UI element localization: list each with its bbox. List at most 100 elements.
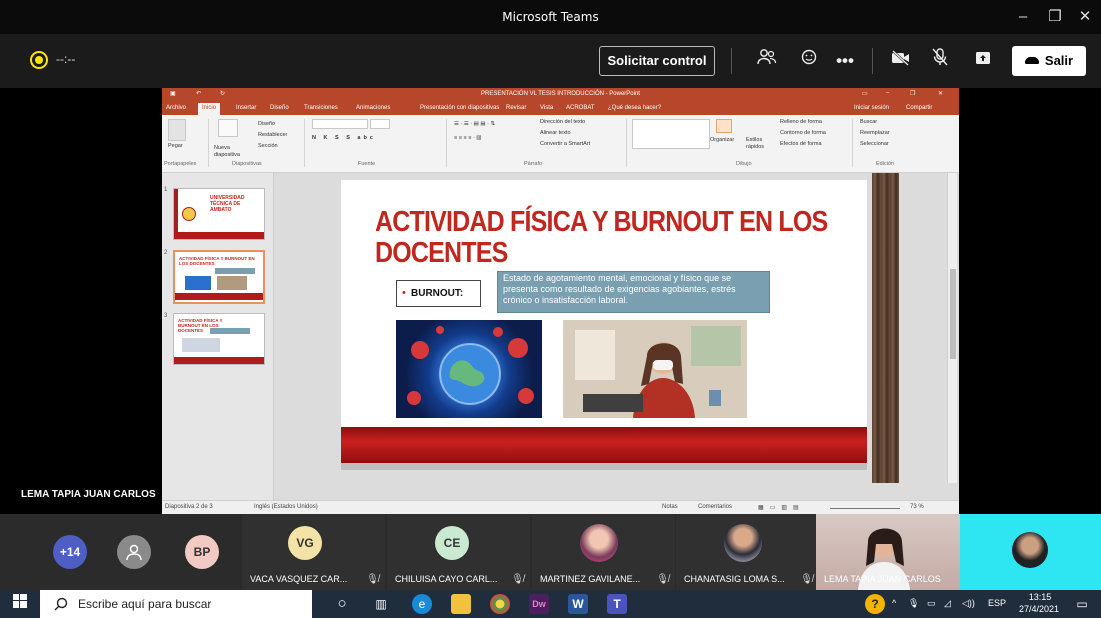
clock-date[interactable]: 27/4/2021 (1016, 604, 1062, 614)
current-slide[interactable]: ACTIVIDAD FÍSICA Y BURNOUT EN LOS DOCENT… (341, 180, 867, 470)
select-button[interactable]: Seleccionar (860, 141, 889, 147)
tell-me-search[interactable]: ¿Qué desea hacer? (608, 105, 661, 111)
ppt-close-icon[interactable]: ✕ (938, 90, 943, 97)
participant-video-tile[interactable]: LEMA TAPIA JUAN CARLOS (816, 514, 960, 590)
ppt-minimize-icon[interactable]: – (886, 90, 889, 96)
shape-outline-button[interactable]: Contorno de forma (780, 130, 826, 136)
arrange-icon[interactable] (716, 119, 732, 133)
scrollbar-thumb[interactable] (950, 269, 956, 359)
mic-off-icon[interactable] (927, 48, 953, 74)
tray-chevron-icon[interactable]: ^ (892, 598, 896, 608)
clock-time[interactable]: 13:15 (1022, 592, 1058, 602)
text-direction-button[interactable]: Dirección del texto (540, 119, 585, 125)
network-icon[interactable]: ◿ (944, 598, 951, 609)
taskbar-search-box[interactable]: Escribe aquí para buscar (40, 590, 312, 618)
replace-button[interactable]: Reemplazar (860, 130, 890, 136)
font-format-buttons[interactable]: N K S S abc (312, 135, 376, 141)
ppt-restore-icon[interactable]: ❐ (910, 90, 915, 97)
sign-in-link[interactable]: Iniciar sesión (854, 105, 889, 111)
new-slide-label[interactable]: Nueva diapositiva (214, 145, 248, 159)
restore-button[interactable]: ❐ (1043, 6, 1067, 28)
close-button[interactable]: ✕ (1073, 6, 1097, 28)
file-explorer-icon[interactable] (451, 594, 471, 614)
dreamweaver-icon[interactable]: Dw (529, 594, 549, 614)
find-button[interactable]: Buscar (860, 119, 877, 125)
help-icon[interactable]: ? (865, 594, 885, 614)
more-icon[interactable]: ••• (832, 48, 858, 74)
battery-icon[interactable]: ▭ (927, 598, 936, 609)
smartart-button[interactable]: Convertir a SmartArt (540, 141, 590, 147)
participant-tile[interactable]: MARTINEZ GAVILANE... 🎙︎̸ (532, 514, 675, 590)
leave-button[interactable]: Salir (1012, 46, 1086, 76)
slide-thumbnail-2[interactable]: ACTIVIDAD FÍSICA Y BURNOUT EN LOS DOCENT… (173, 250, 265, 304)
tab-animaciones[interactable]: Animaciones (356, 105, 390, 111)
shapes-gallery[interactable] (632, 119, 710, 149)
tab-revisar[interactable]: Revisar (506, 105, 526, 111)
burnout-label-box[interactable]: • BURNOUT: (396, 280, 481, 307)
quick-styles-button[interactable]: Estilos rápidos (746, 137, 772, 151)
participant-tile[interactable]: CE CHILUISA CAYO CARL... 🎙︎̸ (387, 514, 530, 590)
shape-fill-button[interactable]: Relleno de forma (780, 119, 822, 125)
slide-thumbnail-3[interactable]: ACTIVIDAD FÍSICA Y BURNOUT EN LOS DOCENT… (173, 313, 265, 365)
paste-icon[interactable] (168, 119, 186, 141)
notifications-icon[interactable]: ▭ (1072, 594, 1092, 614)
people-icon[interactable] (754, 48, 780, 74)
comments-button[interactable]: Comentarios (698, 504, 732, 510)
windows-start-icon[interactable] (10, 594, 30, 614)
font-size-field[interactable] (370, 119, 390, 129)
new-slide-icon[interactable] (218, 119, 238, 137)
tab-vista[interactable]: Vista (540, 105, 553, 111)
slide-thumbnail-1[interactable]: UNIVERSIDAD TÉCNICA DE AMBATO (173, 188, 265, 240)
camera-off-icon[interactable] (888, 48, 914, 74)
earth-virus-image[interactable] (396, 320, 542, 418)
chat-reaction-icon[interactable] (796, 48, 822, 74)
tray-mic-icon[interactable]: 🎙︎ (908, 598, 919, 609)
zoom-level[interactable]: 73 % (910, 504, 924, 510)
cortana-icon[interactable]: ○ (332, 594, 352, 614)
volume-icon[interactable]: ◁)) (962, 598, 975, 609)
shape-effects-button[interactable]: Efectos de forma (780, 141, 822, 147)
participant-tile[interactable]: CHANATASIG LOMA S... 🎙︎̸ (676, 514, 819, 590)
language-status[interactable]: Inglés (Estados Unidos) (254, 504, 318, 510)
teams-icon[interactable]: T (607, 594, 627, 614)
request-control-button[interactable]: Solicitar control (599, 46, 715, 76)
tab-inicio[interactable]: Inicio (198, 103, 221, 115)
vertical-scrollbar[interactable] (947, 173, 957, 483)
word-icon[interactable]: W (568, 594, 588, 614)
alignment-buttons[interactable]: ≡ ≡ ≡ ≡ · ▥ (454, 135, 482, 141)
edge-icon[interactable]: e (412, 594, 432, 614)
paste-label[interactable]: Pegar (168, 143, 183, 149)
stressed-woman-image[interactable] (563, 320, 747, 418)
slide-title[interactable]: ACTIVIDAD FÍSICA Y BURNOUT EN LOS DOCENT… (375, 206, 835, 269)
overflow-participants-button[interactable]: +14 (53, 535, 87, 569)
participant-avatar-bp[interactable]: BP (185, 535, 219, 569)
bullets-buttons[interactable]: ☰ · ☰ · ▤ ▤ · ⇅ (454, 121, 495, 127)
guest-avatar-icon[interactable] (117, 535, 151, 569)
task-view-icon[interactable]: ▥ (371, 594, 391, 614)
reset-button[interactable]: Restablecer (258, 132, 287, 138)
chrome-icon[interactable] (490, 594, 510, 614)
tab-diseno[interactable]: Diseño (270, 105, 289, 111)
ribbon-options-icon[interactable]: ▭ (862, 90, 868, 97)
tab-archivo[interactable]: Archivo (166, 105, 186, 111)
input-language[interactable]: ESP (988, 598, 1006, 608)
burnout-definition-box[interactable]: Estado de agotamiento mental, emocional … (497, 271, 770, 313)
align-text-button[interactable]: Alinear texto (540, 130, 571, 136)
participant-tile[interactable] (960, 514, 1101, 590)
divider (304, 119, 305, 167)
notes-button[interactable]: Notas (662, 504, 678, 510)
share-link[interactable]: Compartir (906, 105, 932, 111)
tab-insertar[interactable]: Insertar (236, 105, 256, 111)
tab-transiciones[interactable]: Transiciones (304, 105, 338, 111)
view-buttons[interactable]: ▦▭▥▤ (758, 504, 805, 511)
tab-presentacion[interactable]: Presentación con diapositivas (420, 105, 499, 111)
minimize-button[interactable]: – (1011, 6, 1035, 28)
zoom-slider[interactable] (830, 508, 900, 509)
tab-acrobat[interactable]: ACROBAT (566, 105, 595, 111)
layout-button[interactable]: Diseño (258, 121, 275, 127)
section-button[interactable]: Sección (258, 143, 278, 149)
font-name-field[interactable] (312, 119, 368, 129)
arrange-button[interactable]: Organizar (710, 137, 734, 143)
participant-tile[interactable]: VG VACA VASQUEZ CAR... 🎙︎̸ (242, 514, 385, 590)
share-icon[interactable] (970, 48, 996, 74)
